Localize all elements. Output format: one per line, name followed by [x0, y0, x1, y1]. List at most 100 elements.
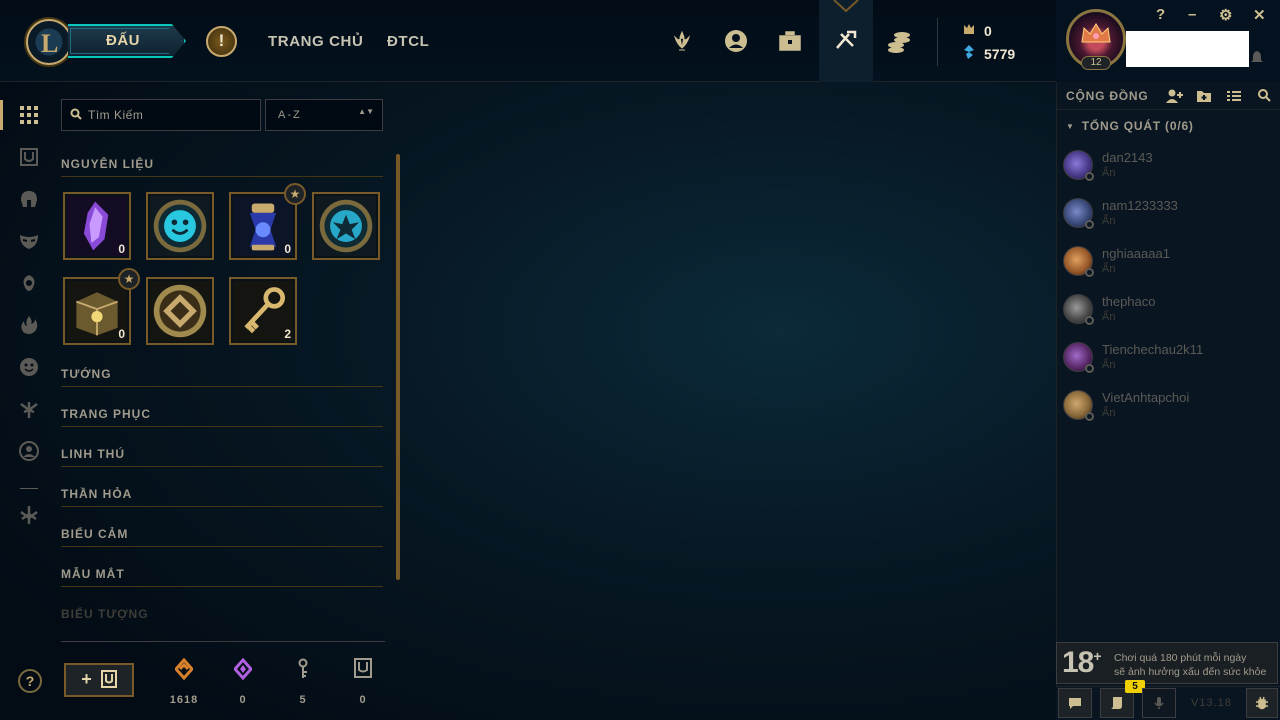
playtime-warning: Chơi quá 180 phút mỗi ngày sẽ ảnh hưởng …	[1114, 651, 1278, 679]
tile-count: 0	[118, 242, 125, 256]
loot-scrollbar[interactable]	[396, 154, 400, 580]
section-divider	[61, 386, 383, 387]
loot-search-box[interactable]	[61, 99, 261, 131]
friend-item[interactable]: VietAnhtapchoi Ẩn	[1060, 384, 1274, 428]
add-folder-icon[interactable]	[1196, 88, 1212, 104]
friend-item[interactable]: nghiaaaaa1 Ẩn	[1060, 240, 1274, 284]
skin-mask-icon[interactable]	[18, 230, 40, 252]
craft-plus: +	[81, 669, 92, 689]
section-icons[interactable]: BIỂU TƯỢNG	[61, 607, 149, 621]
chest-category-icon[interactable]	[18, 146, 40, 168]
loot-tile-mastery-token[interactable]	[146, 277, 214, 345]
companion-icon[interactable]	[18, 272, 40, 294]
emote-smiley-icon[interactable]	[18, 356, 40, 378]
status-dot	[1085, 268, 1094, 277]
all-items-grid-icon[interactable]	[18, 104, 40, 126]
alert-icon[interactable]: !	[206, 26, 237, 57]
champion-helmet-icon[interactable]	[18, 188, 40, 210]
section-skins[interactable]: TRANG PHỤC	[61, 407, 151, 421]
section-wards[interactable]: THẦN HỎA	[61, 487, 132, 501]
ranked-trophy-icon[interactable]	[669, 28, 695, 54]
mythic-essence-value: 0	[239, 694, 247, 706]
rail-active-indicator	[0, 100, 3, 130]
add-friend-icon[interactable]	[1165, 88, 1183, 104]
microphone-icon[interactable]	[1142, 688, 1176, 718]
favorite-star-icon[interactable]: ★	[284, 183, 306, 205]
help-icon[interactable]: ?	[1156, 6, 1165, 23]
bug-report-icon[interactable]	[1246, 688, 1278, 718]
eternals-icon[interactable]	[18, 398, 40, 420]
profile-icon-category-icon[interactable]	[18, 440, 40, 462]
status-dot	[1085, 220, 1094, 229]
friend-item[interactable]: dan2143 Ẩn	[1060, 144, 1274, 188]
summoner-level: 12	[1081, 56, 1111, 70]
league-logo[interactable]: L	[26, 19, 72, 65]
nav-tft[interactable]: ĐTCL	[387, 33, 429, 50]
friend-group-header[interactable]: ▼ TỔNG QUÁT (0/6)	[1066, 119, 1194, 133]
section-materials[interactable]: NGUYÊN LIỆU	[61, 157, 154, 171]
warning-line-2: sẽ ảnh hưởng xấu đến sức khỏe	[1114, 666, 1267, 678]
footer-divider	[61, 641, 385, 642]
status-dot	[1085, 316, 1094, 325]
section-eternals[interactable]: MẪU MẮT	[61, 567, 125, 581]
social-title: CỘNG ĐỒNG	[1066, 89, 1149, 103]
friend-item[interactable]: Tienchechau2k11 Ẩn	[1060, 336, 1274, 380]
loot-tile-mythic-essence[interactable]: 0	[63, 192, 131, 260]
key-fragment-icon	[298, 658, 308, 678]
section-emotes[interactable]: BIỂU CẢM	[61, 527, 128, 541]
notification-bell-icon[interactable]	[1251, 50, 1263, 67]
loot-tile-emote-token[interactable]	[146, 192, 214, 260]
orange-essence-icon	[175, 658, 193, 680]
mythic-essence-icon	[234, 658, 252, 680]
social-search-icon[interactable]	[1257, 88, 1273, 104]
chest-icon	[354, 658, 372, 678]
tft-icon[interactable]	[18, 504, 40, 526]
status-dot	[1085, 172, 1094, 181]
minimize-button[interactable]: –	[1188, 6, 1196, 23]
blue-essence-value: 5779	[984, 46, 1016, 62]
loot-tile-hextech-key[interactable]: 2	[229, 277, 297, 345]
section-companions[interactable]: LINH THÚ	[61, 447, 125, 461]
rp-icon	[962, 22, 976, 39]
profile-icon[interactable]	[723, 28, 749, 54]
tile-count: 2	[284, 327, 291, 341]
key-fragment-wallet: 5	[283, 658, 323, 706]
nav-home[interactable]: TRANG CHỦ	[268, 33, 363, 50]
collection-bag-icon[interactable]	[777, 28, 803, 54]
store-coins-icon[interactable]	[887, 28, 913, 54]
friend-group-label: TỔNG QUÁT (0/6)	[1081, 119, 1194, 133]
search-input[interactable]	[88, 105, 256, 125]
friend-name: VietAnhtapchoi	[1102, 390, 1190, 405]
rp-balance[interactable]: 0	[962, 22, 992, 39]
sort-dropdown[interactable]: A-Z ▲▼	[265, 99, 383, 131]
friend-item[interactable]: nam1233333 Ẩn	[1060, 192, 1274, 236]
blue-essence-icon	[962, 45, 976, 62]
section-champions[interactable]: TƯỚNG	[61, 367, 112, 381]
chest-icon	[100, 670, 117, 688]
close-icon[interactable]: ✕	[1253, 6, 1266, 24]
summoner-name-box[interactable]	[1126, 31, 1249, 67]
friend-name: nghiaaaaa1	[1102, 246, 1170, 261]
friend-name: Tienchechau2k11	[1102, 342, 1204, 357]
emote-token-icon	[150, 196, 210, 256]
list-view-icon[interactable]	[1226, 88, 1242, 104]
age-rating-badge: 18+	[1062, 646, 1102, 680]
search-icon	[70, 108, 82, 120]
ward-token-icon	[316, 196, 376, 256]
loot-help-icon[interactable]: ?	[18, 669, 42, 693]
friend-item[interactable]: thephaco Ẩn	[1060, 288, 1274, 332]
loot-tile-ward-token[interactable]	[312, 192, 380, 260]
loot-icon[interactable]	[833, 28, 859, 54]
section-divider	[61, 426, 383, 427]
craft-chest-button[interactable]: +	[64, 663, 134, 697]
blue-essence-balance[interactable]: 5779	[962, 45, 1015, 62]
age-number: 18	[1062, 646, 1094, 679]
settings-gear-icon[interactable]: ⚙	[1219, 6, 1232, 24]
warning-line-1: Chơi quá 180 phút mỗi ngày	[1114, 652, 1247, 664]
mythic-essence-wallet: 0	[223, 658, 263, 706]
play-button-label[interactable]: ĐẤU	[106, 32, 146, 49]
ward-flame-icon[interactable]	[18, 314, 40, 336]
section-divider	[61, 546, 383, 547]
chat-icon[interactable]	[1058, 688, 1092, 718]
favorite-star-icon[interactable]: ★	[118, 268, 140, 290]
